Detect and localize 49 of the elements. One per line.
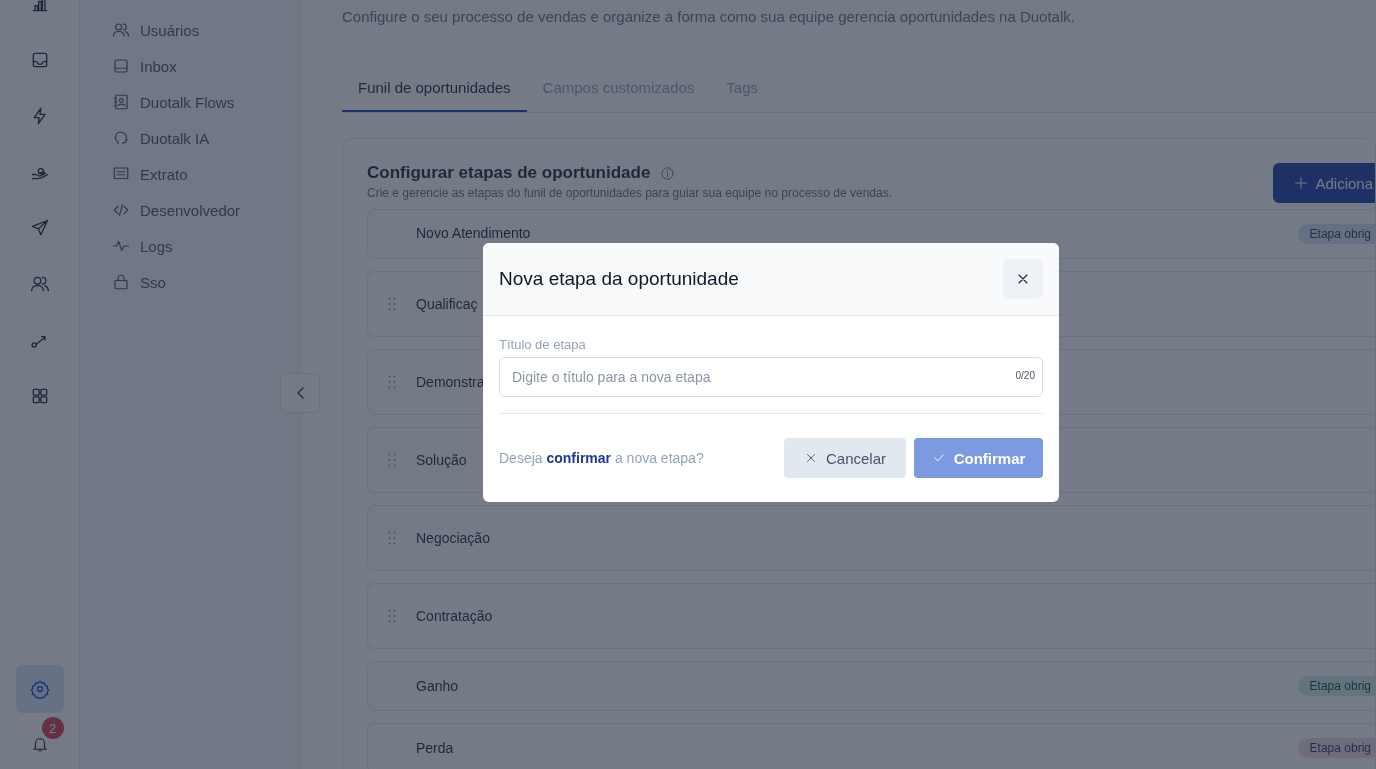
field-label: Título de etapa bbox=[499, 337, 587, 352]
users-icon bbox=[112, 21, 130, 39]
required-stage-tag: Etapa obrig bbox=[1297, 676, 1375, 696]
stage-name: Ganho bbox=[416, 678, 459, 694]
lock-icon bbox=[112, 273, 130, 291]
stage-name: Contratação bbox=[416, 608, 493, 624]
confirm-button[interactable]: Confirmar bbox=[914, 438, 1043, 478]
stage-name: Perda bbox=[416, 740, 454, 756]
drag-handle-icon[interactable] bbox=[388, 375, 396, 389]
sidebar-item[interactable]: Inbox bbox=[112, 55, 300, 77]
contact-icon bbox=[112, 93, 130, 111]
cancel-button[interactable]: Cancelar bbox=[784, 438, 906, 478]
stage-name: Solução bbox=[416, 452, 467, 468]
card-description: Crie e gerencie as etapas do funil de oportunidades para guiar sua equipe no processo de vendas. bbox=[367, 186, 893, 200]
x-icon bbox=[804, 451, 818, 465]
page-subtitle: Configure o seu processo de vendas e organize a forma como sua equipe gerencia oportunidades na Duotalk. bbox=[342, 8, 1076, 25]
sidebar-item[interactable]: Duotalk IA bbox=[112, 127, 300, 149]
gear-icon bbox=[29, 679, 50, 699]
plus-icon bbox=[1293, 175, 1310, 191]
required-stage-tag: Etapa obrig bbox=[1297, 224, 1375, 244]
sidebar-item[interactable]: Desenvolvedor bbox=[112, 199, 300, 221]
close-button[interactable] bbox=[1003, 259, 1043, 299]
required-stage-tag: Etapa obrig bbox=[1297, 738, 1375, 758]
sidebar-item[interactable]: Extrato bbox=[112, 163, 300, 185]
drag-handle-icon[interactable] bbox=[388, 453, 396, 467]
stage-name: Novo Atendimento bbox=[416, 225, 531, 241]
settings-button[interactable] bbox=[15, 665, 64, 713]
sidebar-item[interactable]: Duotalk Flows bbox=[112, 91, 300, 113]
stage-name: Negociação bbox=[416, 530, 490, 546]
sidebar-item[interactable]: Sso bbox=[112, 271, 300, 293]
code-icon bbox=[112, 201, 130, 219]
drag-handle-icon[interactable] bbox=[388, 297, 396, 311]
add-stage-button[interactable]: Adiciona bbox=[1273, 163, 1375, 203]
card-title: Configurar etapas de oportunidade bbox=[367, 163, 651, 183]
info-icon[interactable] bbox=[660, 165, 676, 181]
character-counter: 0/20 bbox=[1015, 370, 1035, 381]
stage-name: Qualificaç bbox=[416, 296, 478, 312]
chevron-left-icon bbox=[296, 387, 304, 399]
sidebar-item[interactable]: Logs bbox=[112, 235, 300, 257]
confirm-prompt: Deseja confirmar a nova etapa? bbox=[499, 450, 704, 466]
sidebar-item[interactable]: Usuários bbox=[112, 19, 300, 41]
inbox-icon bbox=[112, 57, 130, 75]
tab[interactable]: Funil de oportunidades bbox=[342, 71, 527, 112]
stage-name: Demonstra bbox=[416, 374, 485, 390]
notification-badge: 2 bbox=[41, 717, 64, 739]
drag-handle-icon[interactable] bbox=[388, 531, 396, 545]
dialog-title: Nova etapa da oportunidade bbox=[499, 268, 739, 290]
drag-handle-icon[interactable] bbox=[388, 609, 396, 623]
bell-icon[interactable] bbox=[30, 735, 49, 753]
